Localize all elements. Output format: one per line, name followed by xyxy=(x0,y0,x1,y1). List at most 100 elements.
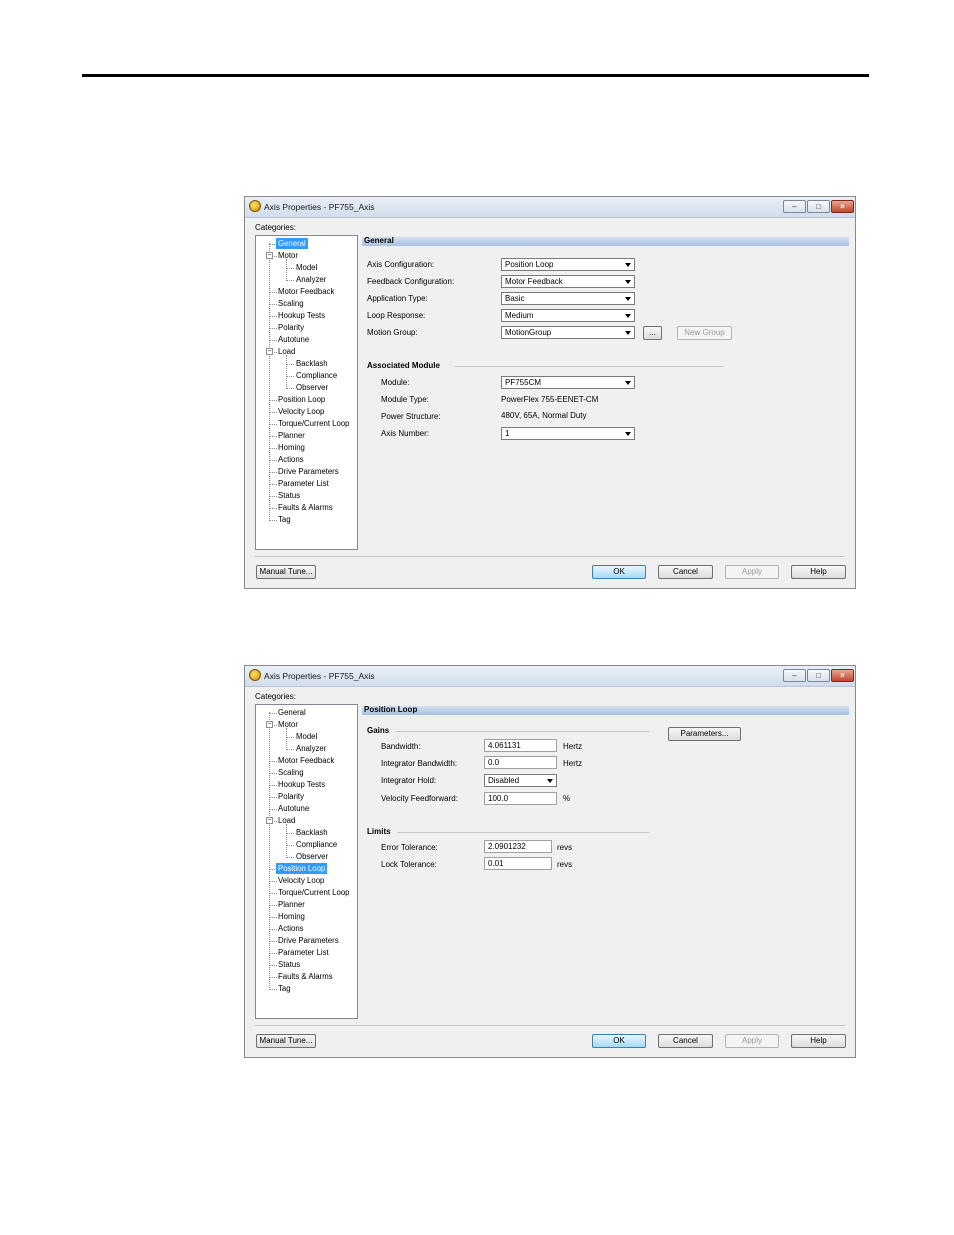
tree-item-general[interactable]: General xyxy=(278,707,306,718)
categories-tree[interactable]: General − Motor Model Analyzer Motor Feedback… xyxy=(255,235,358,550)
tree-item-scaling[interactable]: Scaling xyxy=(278,298,304,309)
tree-item-position-loop[interactable]: Position Loop xyxy=(276,863,328,874)
manual-tune-button[interactable]: Manual Tune... xyxy=(256,565,316,579)
apply-button[interactable]: Apply xyxy=(725,1034,779,1048)
tree-item-autotune[interactable]: Autotune xyxy=(278,803,309,814)
integrator-hold-select[interactable]: Disabled xyxy=(484,774,557,787)
tree-item-tag[interactable]: Tag xyxy=(278,514,291,525)
tree-item-polarity[interactable]: Polarity xyxy=(278,322,304,333)
cancel-button[interactable]: Cancel xyxy=(658,565,713,579)
module-label: Module: xyxy=(381,378,410,387)
tree-item-general[interactable]: General xyxy=(276,238,308,249)
tree-item-planner[interactable]: Planner xyxy=(278,430,305,441)
new-group-button[interactable]: New Group xyxy=(677,326,732,340)
collapse-toggle-icon[interactable]: − xyxy=(266,721,273,728)
tree-item-status[interactable]: Status xyxy=(278,959,300,970)
cancel-button[interactable]: Cancel xyxy=(658,1034,713,1048)
minimize-button[interactable]: – xyxy=(783,200,806,213)
tree-item-motor[interactable]: Motor xyxy=(278,719,298,730)
tree-item-motor-feedback[interactable]: Motor Feedback xyxy=(278,755,334,766)
section-header-band xyxy=(362,706,849,715)
tree-item-actions[interactable]: Actions xyxy=(278,454,304,465)
tree-item-load[interactable]: Load xyxy=(278,815,295,826)
loop-response-select[interactable]: Medium xyxy=(501,309,635,322)
tree-item-backlash[interactable]: Backlash xyxy=(296,358,328,369)
maximize-button[interactable]: □ xyxy=(807,669,830,682)
tree-connector xyxy=(286,857,294,858)
tree-item-homing[interactable]: Homing xyxy=(278,442,305,453)
axis-number-select[interactable]: 1 xyxy=(501,427,635,440)
motion-group-value: MotionGroup xyxy=(505,328,552,337)
tree-item-drive-parameters[interactable]: Drive Parameters xyxy=(278,935,339,946)
tree-item-planner[interactable]: Planner xyxy=(278,899,305,910)
lock-tolerance-input[interactable]: 0.01 xyxy=(484,857,552,870)
tree-connector xyxy=(269,316,277,317)
tree-item-velocity-loop[interactable]: Velocity Loop xyxy=(278,875,324,886)
tree-item-faults-alarms[interactable]: Faults & Alarms xyxy=(278,502,333,513)
tree-item-analyzer[interactable]: Analyzer xyxy=(296,274,326,285)
categories-tree[interactable]: General − Motor Model Analyzer Motor Feedback… xyxy=(255,704,358,1019)
categories-label: Categories: xyxy=(255,692,296,701)
tree-item-homing[interactable]: Homing xyxy=(278,911,305,922)
tree-item-parameter-list[interactable]: Parameter List xyxy=(278,478,329,489)
help-button[interactable]: Help xyxy=(791,565,846,579)
tree-item-velocity-loop[interactable]: Velocity Loop xyxy=(278,406,324,417)
manual-tune-button[interactable]: Manual Tune... xyxy=(256,1034,316,1048)
tree-item-faults-alarms[interactable]: Faults & Alarms xyxy=(278,971,333,982)
module-select[interactable]: PF755CM xyxy=(501,376,635,389)
tree-item-analyzer[interactable]: Analyzer xyxy=(296,743,326,754)
collapse-toggle-icon[interactable]: − xyxy=(266,252,273,259)
maximize-button[interactable]: □ xyxy=(807,200,830,213)
apply-button[interactable]: Apply xyxy=(725,565,779,579)
close-button[interactable]: × xyxy=(831,669,854,682)
bandwidth-input[interactable]: 4.061131 xyxy=(484,739,557,752)
tree-item-status[interactable]: Status xyxy=(278,490,300,501)
tree-item-tag[interactable]: Tag xyxy=(278,983,291,994)
collapse-toggle-icon[interactable]: − xyxy=(266,817,273,824)
tree-item-parameter-list[interactable]: Parameter List xyxy=(278,947,329,958)
tree-item-scaling[interactable]: Scaling xyxy=(278,767,304,778)
ok-button[interactable]: OK xyxy=(592,1034,646,1048)
tree-item-torque-current-loop[interactable]: Torque/Current Loop xyxy=(278,418,350,429)
title-bar[interactable]: Axis Properties - PF755_Axis – □ × xyxy=(245,197,855,218)
tree-connector xyxy=(269,508,277,509)
tree-item-model[interactable]: Model xyxy=(296,731,317,742)
tree-item-load[interactable]: Load xyxy=(278,346,295,357)
tree-item-motor[interactable]: Motor xyxy=(278,250,298,261)
velocity-feedforward-input[interactable]: 100.0 xyxy=(484,792,557,805)
minimize-button[interactable]: – xyxy=(783,669,806,682)
tree-item-position-loop[interactable]: Position Loop xyxy=(278,394,325,405)
tree-item-observer[interactable]: Observer xyxy=(296,851,328,862)
tree-item-drive-parameters[interactable]: Drive Parameters xyxy=(278,466,339,477)
integrator-bandwidth-input[interactable]: 0.0 xyxy=(484,756,557,769)
tree-item-actions[interactable]: Actions xyxy=(278,923,304,934)
application-type-select[interactable]: Basic xyxy=(501,292,635,305)
parameters-button[interactable]: Parameters... xyxy=(668,727,741,741)
tree-item-compliance[interactable]: Compliance xyxy=(296,370,337,381)
browse-button[interactable]: ... xyxy=(643,326,662,340)
tree-item-compliance[interactable]: Compliance xyxy=(296,839,337,850)
power-structure-label: Power Structure: xyxy=(381,412,441,421)
window-title: Axis Properties - PF755_Axis xyxy=(264,202,375,212)
axis-configuration-select[interactable]: Position Loop xyxy=(501,258,635,271)
tree-item-torque-current-loop[interactable]: Torque/Current Loop xyxy=(278,887,350,898)
section-title: Position Loop xyxy=(364,705,418,714)
collapse-toggle-icon[interactable]: − xyxy=(266,348,273,355)
feedback-configuration-select[interactable]: Motor Feedback xyxy=(501,275,635,288)
group-divider xyxy=(397,832,649,833)
title-bar[interactable]: Axis Properties - PF755_Axis – □ × xyxy=(245,666,855,687)
tree-item-hookup-tests[interactable]: Hookup Tests xyxy=(278,779,325,790)
motion-group-select[interactable]: MotionGroup xyxy=(501,326,635,339)
tree-item-backlash[interactable]: Backlash xyxy=(296,827,328,838)
tree-item-autotune[interactable]: Autotune xyxy=(278,334,309,345)
tree-item-observer[interactable]: Observer xyxy=(296,382,328,393)
tree-item-hookup-tests[interactable]: Hookup Tests xyxy=(278,310,325,321)
tree-item-model[interactable]: Model xyxy=(296,262,317,273)
error-tolerance-input[interactable]: 2.0901232 xyxy=(484,840,552,853)
categories-label: Categories: xyxy=(255,223,296,232)
tree-item-motor-feedback[interactable]: Motor Feedback xyxy=(278,286,334,297)
close-button[interactable]: × xyxy=(831,200,854,213)
ok-button[interactable]: OK xyxy=(592,565,646,579)
tree-item-polarity[interactable]: Polarity xyxy=(278,791,304,802)
help-button[interactable]: Help xyxy=(791,1034,846,1048)
